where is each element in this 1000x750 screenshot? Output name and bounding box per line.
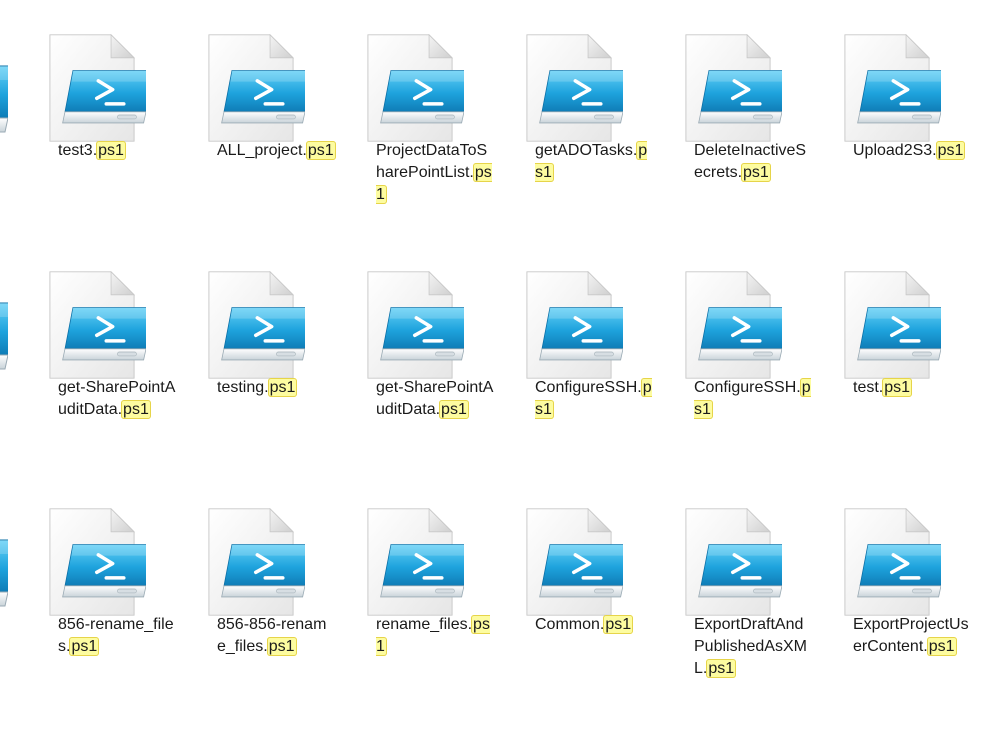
file-name: testing.ps1 xyxy=(217,378,298,397)
file-name: get-SharePointAuditData.ps1 xyxy=(58,379,176,419)
partial-file-icon-left-row2 xyxy=(0,257,12,397)
powershell-file-icon xyxy=(38,494,146,630)
file-name: test3.ps1 xyxy=(58,141,126,160)
search-highlight: ps1 xyxy=(603,615,634,634)
powershell-file-icon xyxy=(197,20,305,156)
powershell-file-icon xyxy=(515,20,623,156)
powershell-file-icon xyxy=(515,494,623,630)
powershell-file-icon xyxy=(197,494,305,630)
powershell-file-icon xyxy=(356,257,464,393)
file-name: get-SharePointAuditData.ps1 xyxy=(376,379,494,419)
powershell-file-icon xyxy=(833,494,941,630)
file-name: 856-856-rename_files.ps1 xyxy=(217,616,327,656)
search-highlight: ps1 xyxy=(882,378,913,397)
partial-file-icon-left-row1 xyxy=(0,20,12,160)
search-highlight: ps1 xyxy=(935,141,966,160)
partial-file-icon-right-row3 xyxy=(992,494,1000,634)
partial-file-icon-left-row3 xyxy=(0,494,12,634)
file-name: ConfigureSSH.ps1 xyxy=(535,378,652,419)
file-name: getADOTasks.ps1 xyxy=(535,141,648,182)
search-highlight: ps1 xyxy=(69,637,100,656)
file-name: rename_files.ps1 xyxy=(376,615,490,656)
search-highlight: ps1 xyxy=(266,637,297,656)
file-name: ConfigureSSH.ps1 xyxy=(694,378,811,419)
file-name: ALL_project.ps1 xyxy=(217,141,336,160)
file-name: test.ps1 xyxy=(853,378,913,397)
powershell-file-icon xyxy=(356,20,464,156)
powershell-file-icon xyxy=(356,494,464,630)
search-highlight: ps1 xyxy=(706,659,737,678)
file-name: Upload2S3.ps1 xyxy=(853,141,966,160)
powershell-file-icon xyxy=(833,257,941,393)
search-highlight: ps1 xyxy=(439,400,469,419)
search-highlight: ps1 xyxy=(305,141,336,160)
powershell-file-icon xyxy=(833,20,941,156)
file-name: Common.ps1 xyxy=(535,615,634,634)
powershell-file-icon xyxy=(515,257,623,393)
powershell-file-icon xyxy=(674,494,782,630)
search-highlight: ps1 xyxy=(926,637,957,656)
powershell-file-icon xyxy=(38,20,146,156)
file-name: DeleteInactiveSecrets.ps1 xyxy=(694,142,807,182)
search-highlight: ps1 xyxy=(121,400,151,419)
search-highlight: ps1 xyxy=(96,141,126,160)
file-name: ExportDraftAndPublishedAsXML.ps1 xyxy=(694,616,807,678)
file-name: 856-rename_files.ps1 xyxy=(58,616,174,656)
powershell-file-icon xyxy=(197,257,305,393)
file-name: ExportProjectUserContent.ps1 xyxy=(853,616,969,656)
search-highlight: ps1 xyxy=(741,163,771,182)
powershell-file-icon xyxy=(674,20,782,156)
partial-file-icon-right-row1 xyxy=(992,20,1000,160)
search-highlight: ps1 xyxy=(267,378,298,397)
file-name: ProjectDataToSharePointList.ps1 xyxy=(376,142,492,204)
partial-file-icon-right-row2 xyxy=(992,257,1000,397)
powershell-file-icon xyxy=(38,257,146,393)
powershell-file-icon xyxy=(674,257,782,393)
